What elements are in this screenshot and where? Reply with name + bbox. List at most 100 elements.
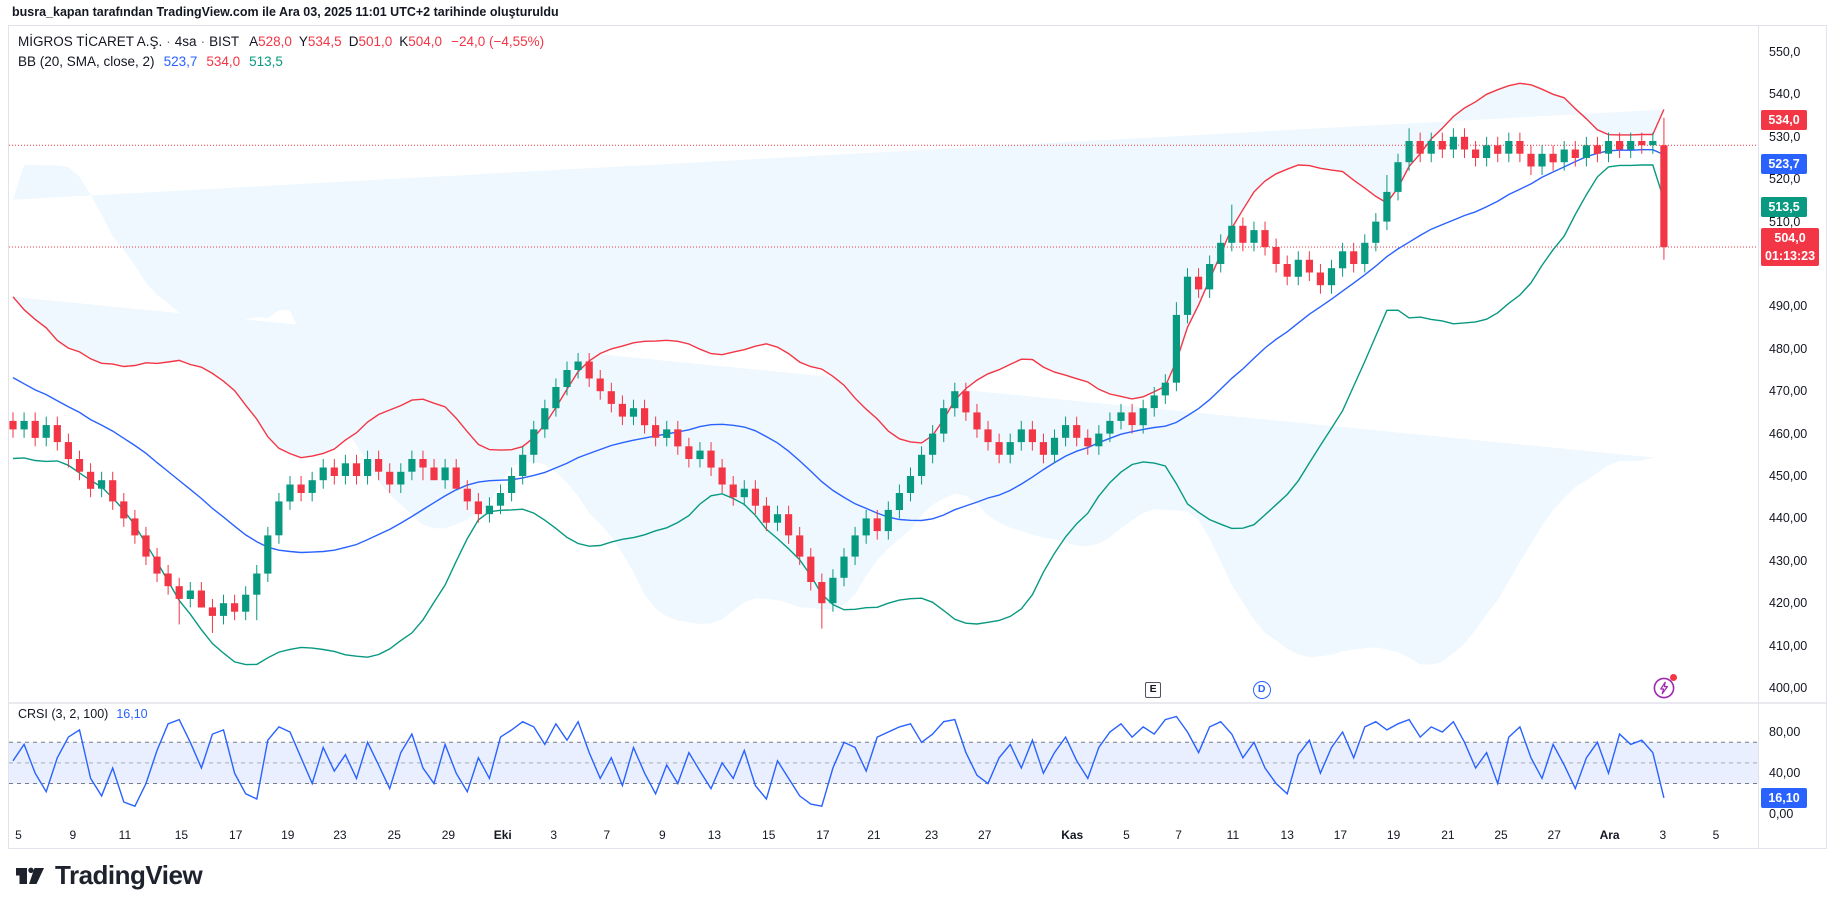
candle-body	[674, 429, 681, 446]
candle-body	[707, 451, 714, 468]
candle-body	[1195, 277, 1202, 290]
candle-body	[508, 476, 515, 493]
time-axis-label[interactable]: 13	[708, 828, 722, 842]
candle-body	[1261, 230, 1268, 247]
candle-body	[907, 476, 914, 493]
legend-separator: ·	[201, 34, 206, 49]
candle-body	[142, 535, 149, 556]
time-axis-label[interactable]: 21	[867, 828, 881, 842]
candle-body	[1450, 137, 1457, 150]
time-axis-label[interactable]: 9	[69, 828, 76, 842]
candle-body	[1295, 260, 1302, 277]
time-axis-label[interactable]: 23	[925, 828, 939, 842]
time-axis-label[interactable]: 23	[333, 828, 347, 842]
candle-body	[1007, 442, 1014, 455]
time-axis-month-label[interactable]: Kas	[1061, 828, 1083, 842]
time-axis-label[interactable]: 5	[1123, 828, 1130, 842]
dividend-marker[interactable]: D	[1253, 681, 1271, 699]
symbol-title[interactable]: MİGROS TİCARET A.Ş.	[18, 34, 162, 49]
time-axis-label[interactable]: 19	[281, 828, 295, 842]
time-axis-label[interactable]: 11	[119, 828, 132, 842]
candle-body	[1029, 429, 1036, 442]
candle-body	[87, 472, 94, 489]
time-axis-label[interactable]: 3	[1659, 828, 1666, 842]
candle-body	[863, 518, 870, 535]
flash-event-marker[interactable]	[1652, 676, 1676, 700]
chart-frame: 5 9 11 15 17 19 23 25 29 Eki 3 7 9 13 15 17 21 23 27 Kas 5 7 1…	[8, 25, 1827, 849]
ohlc-pair: D501,0	[349, 34, 393, 49]
time-axis-month-label[interactable]: Ara	[1600, 828, 1620, 842]
candle-body	[575, 362, 582, 371]
time-axis-label[interactable]: 27	[978, 828, 992, 842]
time-axis-label[interactable]: 17	[1334, 828, 1348, 842]
time-axis-label[interactable]: 9	[659, 828, 666, 842]
candle-body	[220, 603, 227, 616]
time-axis-label[interactable]: 19	[1387, 828, 1401, 842]
candle-body	[796, 535, 803, 556]
bb-legend-row[interactable]: BB (20, SMA, close, 2)523,7534,0513,5	[18, 52, 544, 72]
candle-body	[176, 586, 183, 599]
time-axis-month-label[interactable]: Eki	[494, 828, 512, 842]
candle-body	[1505, 141, 1512, 154]
candle-body	[419, 459, 426, 468]
candle-body	[1417, 141, 1424, 154]
candle-body	[375, 459, 382, 472]
candle-body	[1018, 429, 1025, 442]
time-axis-label[interactable]: 5	[1713, 828, 1720, 842]
candle-body	[98, 480, 105, 489]
candle-body	[1250, 230, 1257, 243]
interval-label[interactable]: 4sa	[175, 34, 197, 49]
time-axis-label[interactable]: 17	[816, 828, 830, 842]
candle-body	[874, 518, 881, 531]
candle-body	[165, 574, 172, 587]
time-axis-label[interactable]: 7	[1175, 828, 1182, 842]
time-axis-label[interactable]: 17	[229, 828, 243, 842]
candle-body	[641, 408, 648, 425]
candle-body	[453, 468, 460, 489]
candle-body	[1040, 442, 1047, 455]
crsi-indicator-name[interactable]: CRSI (3, 2, 100)	[18, 707, 108, 721]
candle-body	[1583, 145, 1590, 158]
candle-body	[1051, 438, 1058, 455]
candle-body	[486, 506, 493, 515]
tradingview-logo[interactable]: TradingView	[14, 859, 202, 891]
bb-indicator-name[interactable]: BB (20, SMA, close, 2)	[18, 54, 155, 69]
time-axis-label[interactable]: 29	[442, 828, 456, 842]
time-axis-label[interactable]: 3	[550, 828, 557, 842]
time-axis-label[interactable]: 25	[1494, 828, 1508, 842]
earnings-marker[interactable]: E	[1145, 682, 1161, 698]
candle-body	[763, 506, 770, 523]
candle-body	[1605, 141, 1612, 154]
time-axis-label[interactable]: 7	[604, 828, 611, 842]
candle-body	[65, 442, 72, 459]
candle-body	[663, 429, 670, 438]
candle-body	[1660, 145, 1667, 247]
candle-body	[1162, 383, 1169, 396]
symbol-legend-row[interactable]: MİGROS TİCARET A.Ş.·4sa·BISTA528,0Y534,5…	[18, 32, 544, 52]
time-axis-label[interactable]: 27	[1548, 828, 1562, 842]
candle-body	[353, 463, 360, 476]
time-axis-label[interactable]: 15	[762, 828, 776, 842]
candle-body	[1129, 412, 1136, 425]
chart-plot-area[interactable]: 5 9 11 15 17 19 23 25 29 Eki 3 7 9 13 15 17 21 23 27 Kas 5 7 1…	[9, 26, 1826, 848]
time-axis-label[interactable]: 5	[15, 828, 22, 842]
crsi-legend-row[interactable]: CRSI (3, 2, 100)16,10	[18, 707, 148, 721]
time-axis[interactable]: 5 9 11 15 17 19 23 25 29 Eki 3 7 9 13 15 17 21 23 27 Kas 5 7 1…	[15, 828, 1720, 842]
time-axis-label[interactable]: 11	[1227, 828, 1240, 842]
candle-body	[896, 493, 903, 510]
candle-body	[973, 412, 980, 429]
time-axis-label[interactable]: 25	[388, 828, 402, 842]
candle-body	[298, 485, 305, 494]
candle-body	[1328, 268, 1335, 285]
candle-body	[475, 501, 482, 514]
candle-body	[1184, 277, 1191, 315]
candle-body	[840, 557, 847, 578]
time-axis-label[interactable]: 13	[1281, 828, 1295, 842]
candle-body	[1095, 434, 1102, 447]
candle-body	[586, 362, 593, 379]
time-axis-label[interactable]: 21	[1441, 828, 1455, 842]
candle-body	[1117, 412, 1124, 421]
candle-body	[320, 468, 327, 481]
candle-body	[552, 387, 559, 408]
time-axis-label[interactable]: 15	[175, 828, 189, 842]
